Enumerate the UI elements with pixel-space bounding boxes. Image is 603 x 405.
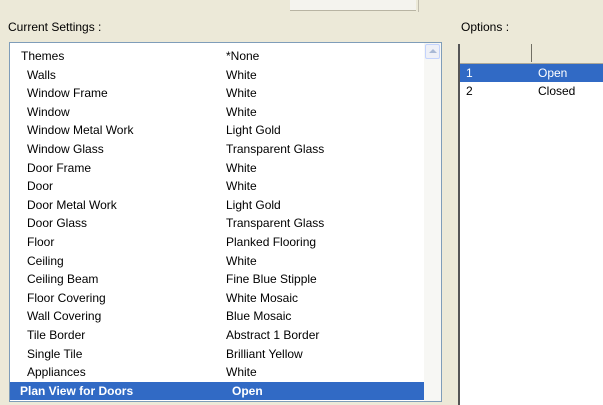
setting-row-tile-border[interactable]: Tile Border Abstract 1 Border — [10, 326, 424, 345]
setting-value: White — [226, 160, 257, 175]
setting-row-floor-covering[interactable]: Floor Covering White Mosaic — [10, 289, 424, 308]
setting-value: Blue Mosaic — [226, 309, 292, 324]
setting-name: Ceiling — [27, 253, 64, 268]
setting-name: Window Frame — [27, 86, 108, 101]
setting-name: Door — [27, 179, 54, 194]
setting-row-window-glass[interactable]: Window Glass Transparent Glass — [10, 140, 424, 159]
options-list[interactable]: 1 Open 2 Closed — [458, 44, 603, 405]
scroll-up-arrow-icon[interactable] — [425, 44, 440, 59]
option-number: 1 — [466, 66, 473, 80]
setting-name: Tile Border — [27, 327, 86, 342]
setting-value: Planked Flooring — [226, 234, 317, 249]
setting-row-window-frame[interactable]: Window Frame White — [10, 84, 424, 103]
setting-value: White — [226, 365, 257, 380]
setting-row-ceiling[interactable]: Ceiling White — [10, 252, 424, 271]
option-row-closed[interactable]: 2 Closed — [460, 82, 603, 100]
setting-row-floor[interactable]: Floor Planked Flooring — [10, 233, 424, 252]
option-row-open[interactable]: 1 Open — [460, 64, 603, 82]
option-label: Open — [538, 66, 568, 80]
options-column-header-number[interactable] — [460, 44, 532, 62]
setting-name: Ceiling Beam — [27, 272, 99, 287]
current-settings-label: Current Settings : — [8, 20, 102, 34]
setting-value: Transparent Glass — [226, 216, 325, 231]
setting-value: Abstract 1 Border — [226, 327, 320, 342]
setting-name: Door Frame — [27, 160, 92, 175]
setting-row-wall-covering[interactable]: Wall Covering Blue Mosaic — [10, 307, 424, 326]
setting-row-window-metal-work[interactable]: Window Metal Work Light Gold — [10, 121, 424, 140]
setting-value: White — [226, 104, 257, 119]
setting-name: Window Metal Work — [27, 123, 134, 138]
setting-value: *None — [226, 49, 260, 63]
setting-value: White — [226, 253, 257, 268]
setting-row-window[interactable]: Window White — [10, 103, 424, 122]
settings-scrollbar[interactable] — [424, 43, 441, 401]
setting-row-themes[interactable]: Themes *None — [10, 47, 424, 66]
current-settings-list[interactable]: Themes *None Walls White Window Frame Wh… — [9, 42, 442, 402]
setting-name: Window Glass — [27, 141, 104, 156]
setting-row-walls[interactable]: Walls White — [10, 66, 424, 85]
setting-value: White — [226, 179, 257, 194]
setting-name: Wall Covering — [27, 309, 102, 324]
setting-name: Walls — [27, 67, 56, 82]
setting-value: Light Gold — [226, 197, 281, 212]
setting-value: Open — [232, 383, 263, 398]
setting-value: White — [226, 67, 257, 82]
setting-row-door-metal-work[interactable]: Door Metal Work Light Gold — [10, 196, 424, 215]
setting-row-plan-view-for-doors[interactable]: Plan View for Doors Open — [10, 381, 424, 401]
options-label: Options : — [461, 20, 510, 34]
setting-name: Floor — [27, 234, 55, 249]
option-label: Closed — [538, 84, 576, 98]
top-strip — [0, 0, 603, 12]
setting-row-appliances[interactable]: Appliances White — [10, 363, 424, 382]
top-field — [290, 0, 416, 11]
setting-value: Transparent Glass — [226, 141, 325, 156]
setting-value: Light Gold — [226, 123, 281, 138]
setting-name: Themes — [21, 49, 65, 63]
setting-row-door-glass[interactable]: Door Glass Transparent Glass — [10, 214, 424, 233]
setting-name: Door Metal Work — [27, 197, 117, 212]
option-number: 2 — [466, 84, 473, 98]
top-separator — [418, 0, 419, 12]
setting-value: Brilliant Yellow — [226, 346, 303, 361]
setting-value: White Mosaic — [226, 290, 299, 305]
setting-name: Single Tile — [27, 346, 83, 361]
setting-value: Fine Blue Stipple — [226, 272, 317, 287]
options-column-header-label[interactable] — [532, 44, 603, 62]
setting-name: Plan View for Doors — [20, 383, 134, 398]
setting-value: White — [226, 86, 257, 101]
setting-row-door-frame[interactable]: Door Frame White — [10, 159, 424, 178]
setting-name: Window — [27, 104, 70, 119]
setting-name: Appliances — [27, 365, 86, 380]
setting-row-door[interactable]: Door White — [10, 177, 424, 196]
options-header — [460, 44, 603, 64]
setting-name: Door Glass — [27, 216, 88, 231]
setting-row-ceiling-beam[interactable]: Ceiling Beam Fine Blue Stipple — [10, 270, 424, 289]
setting-row-single-tile[interactable]: Single Tile Brilliant Yellow — [10, 345, 424, 364]
setting-name: Floor Covering — [27, 290, 106, 305]
